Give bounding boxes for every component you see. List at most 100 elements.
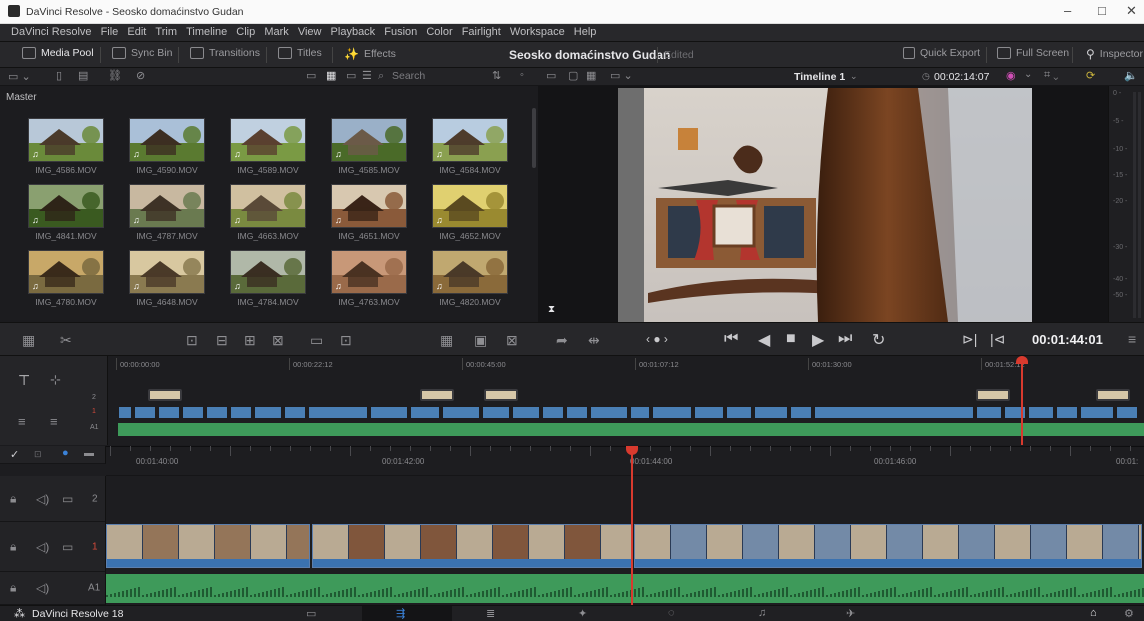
home-icon[interactable]: ⌂ [1090,607,1097,619]
snapping-icon[interactable]: ✓ [10,448,19,461]
viewer-mark-icon[interactable]: ⧗ [548,304,555,315]
new-bin-icon[interactable]: ▯ [56,69,62,82]
clip-thumbnail[interactable]: ♫ [432,250,508,294]
video-clip[interactable] [1056,406,1078,419]
split-view-icon[interactable]: ▭ [546,69,556,82]
place-on-top-icon[interactable]: ▭ [310,332,323,349]
position-lock-icon[interactable]: ● [62,447,69,459]
video-clip[interactable] [410,406,440,419]
clip-thumbnail[interactable]: ♫ [129,250,205,294]
menu-trim[interactable]: Trim [152,24,180,40]
video-clip[interactable] [512,406,540,419]
current-timecode[interactable]: 00:01:44:01 [1032,332,1103,347]
replace-clip-icon[interactable]: ⊞ [244,332,256,349]
cut-page-icon[interactable]: ⇶ [396,607,405,620]
quality-dropdown-icon[interactable]: ⌄ [1024,69,1032,80]
timeline-audio-clip[interactable] [106,574,1144,603]
upper-playhead[interactable] [1016,356,1029,445]
audio-track-1-lane[interactable] [106,572,1144,605]
go-to-end-icon[interactable]: ⏭ [838,330,852,348]
titles-button[interactable]: Titles [278,47,322,59]
source-overwrite-icon[interactable]: ⊠ [506,332,518,349]
sort-icon[interactable]: ⇅ [492,69,501,82]
title-clip[interactable] [1096,389,1130,401]
zoom-icon[interactable]: ⊹ [50,372,61,388]
lower-playhead[interactable] [626,446,638,605]
bypass-icon[interactable]: ⟳ [1086,69,1095,82]
track-monitor-icon[interactable]: ▭ [62,540,73,554]
video-clip[interactable] [754,406,788,419]
transitions-button[interactable]: Transitions [190,47,260,59]
close-up-icon[interactable]: ▦ [440,332,453,349]
video-clip[interactable] [814,406,974,419]
track-height-icon[interactable]: ⊤ [18,372,30,389]
ripple-overwrite-icon[interactable]: ⊡ [340,332,352,349]
linked-selection-icon[interactable]: ⊡ [34,449,42,460]
video-clip[interactable] [1116,406,1138,419]
clip-thumbnail[interactable]: ♫ [28,184,104,228]
clip-thumbnail[interactable]: ♫ [230,250,306,294]
mark-out-icon[interactable]: |⊲ [990,331,1005,348]
menu-edit[interactable]: Edit [124,24,149,40]
menu-clip[interactable]: Clip [233,24,258,40]
options-menu-icon[interactable]: ≡ [1128,331,1136,347]
append-icon[interactable]: ▣ [474,332,487,349]
filmstrip-view-icon[interactable]: ▭ [346,69,356,82]
clip-thumbnail[interactable]: ♫ [129,184,205,228]
menu-davinci-resolve[interactable]: DaVinci Resolve [8,24,95,40]
video-clip[interactable] [726,406,752,419]
clip-thumbnail[interactable]: ♫ [331,184,407,228]
loop-icon[interactable]: ↻ [872,330,885,350]
clip-thumbnail[interactable]: ♫ [28,118,104,162]
menu-fairlight[interactable]: Fairlight [459,24,504,40]
settings-gear-icon[interactable]: ⚙ [1124,607,1134,620]
audio-tracks-icon[interactable]: ≡ [50,414,58,429]
video-clip[interactable] [566,406,588,419]
stop-icon[interactable]: ■ [786,330,796,348]
clip-thumbnail[interactable]: ♫ [129,118,205,162]
media-page-icon[interactable]: ▭ [306,607,316,620]
upper-timeline-tracks[interactable] [108,372,1144,445]
timeline-video-clip[interactable] [106,524,310,568]
video-clip[interactable] [1080,406,1114,419]
menu-mark[interactable]: Mark [261,24,291,40]
jog-control-icon[interactable]: ‹ ● › [646,332,668,346]
video-clip[interactable] [590,406,628,419]
viewer-size-icon[interactable]: ▭ ⌄ [610,69,633,82]
mark-in-icon[interactable]: ⊳| [962,331,977,348]
scissors-icon[interactable]: ✂ [60,332,72,349]
clip-thumbnail[interactable]: ♫ [432,118,508,162]
timeline-video-clip[interactable] [634,524,1142,568]
fairlight-page-icon[interactable]: ♫ [758,607,766,619]
video-clip[interactable] [442,406,480,419]
upper-timeline-ruler[interactable]: 00:00:00:00 00:00:22:12 00:00:45:00 00:01:0… [108,356,1144,372]
flag-icon[interactable]: ▬ [84,448,94,459]
video-clip[interactable] [790,406,812,419]
search-icon[interactable]: ⌕ [378,70,384,83]
video-clip[interactable] [652,406,692,419]
video-clip[interactable] [158,406,180,419]
video-clip[interactable] [206,406,228,419]
audio-link-icon[interactable]: ◦ [520,69,524,81]
list-view-icon[interactable]: ☰ [362,69,372,82]
timeline-name[interactable]: Timeline 1 [794,71,845,83]
volume-icon[interactable]: 🔈 [1124,69,1138,82]
video-clip[interactable] [182,406,204,419]
transform-icon[interactable]: ⌗ ⌄ [1044,69,1058,82]
dynamic-trim-icon[interactable]: ⇹ [588,332,600,349]
source-viewer-icon[interactable]: ▢ [568,69,578,82]
auto-select-icon[interactable]: ◁) [36,492,49,506]
lower-timeline-ruler[interactable]: 00:01:40:00 00:01:42:00 00:01:44:00 00:01:4… [106,446,1144,476]
video-tracks-icon[interactable]: ≡ [18,414,26,429]
menu-help[interactable]: Help [571,24,600,40]
lock-icon[interactable]: 🔒︎ [10,491,16,506]
video-clip[interactable] [370,406,408,419]
clip-thumbnail[interactable]: ♫ [331,250,407,294]
video-track-1-lane[interactable] [106,522,1144,572]
menu-timeline[interactable]: Timeline [183,24,230,40]
timeline-video-clip[interactable] [312,524,632,568]
video-clip[interactable] [976,406,1002,419]
media-pool-button[interactable]: Media Pool [22,47,94,59]
fit-to-fill-icon[interactable]: ⊠ [272,332,284,349]
timeline-viewer-icon[interactable]: ▦ [586,69,596,82]
